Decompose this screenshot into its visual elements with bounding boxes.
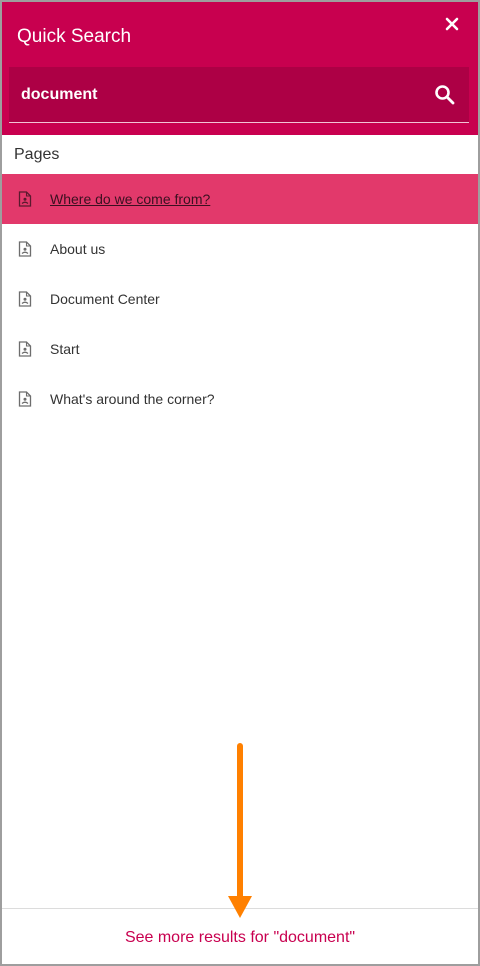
results-list: Where do we come from? About us Document… (2, 174, 478, 424)
section-title-pages: Pages (14, 146, 60, 163)
arrow-down-icon (228, 743, 252, 918)
result-item[interactable]: About us (2, 224, 478, 274)
result-label: Document Center (50, 291, 160, 307)
search-input[interactable] (21, 81, 411, 109)
quick-search-header: Quick Search (2, 2, 478, 135)
result-label: Where do we come from? (50, 191, 211, 207)
result-item[interactable]: Start (2, 324, 478, 374)
search-box (9, 67, 469, 123)
search-icon[interactable] (433, 83, 457, 107)
document-icon (18, 191, 32, 207)
panel-title: Quick Search (17, 26, 132, 47)
document-icon (18, 241, 32, 257)
quick-search-panel: Quick Search Pages Where do we come from… (0, 0, 480, 966)
document-icon (18, 341, 32, 357)
result-label: Start (50, 341, 80, 357)
document-icon (18, 291, 32, 307)
result-label: About us (50, 241, 106, 257)
document-icon (18, 391, 32, 407)
see-more-results-link[interactable]: See more results for "document" (2, 929, 478, 947)
result-label: What's around the corner? (50, 391, 215, 407)
result-item[interactable]: What's around the corner? (2, 374, 478, 424)
result-item[interactable]: Where do we come from? (2, 174, 478, 224)
close-icon[interactable] (442, 14, 462, 34)
result-item[interactable]: Document Center (2, 274, 478, 324)
